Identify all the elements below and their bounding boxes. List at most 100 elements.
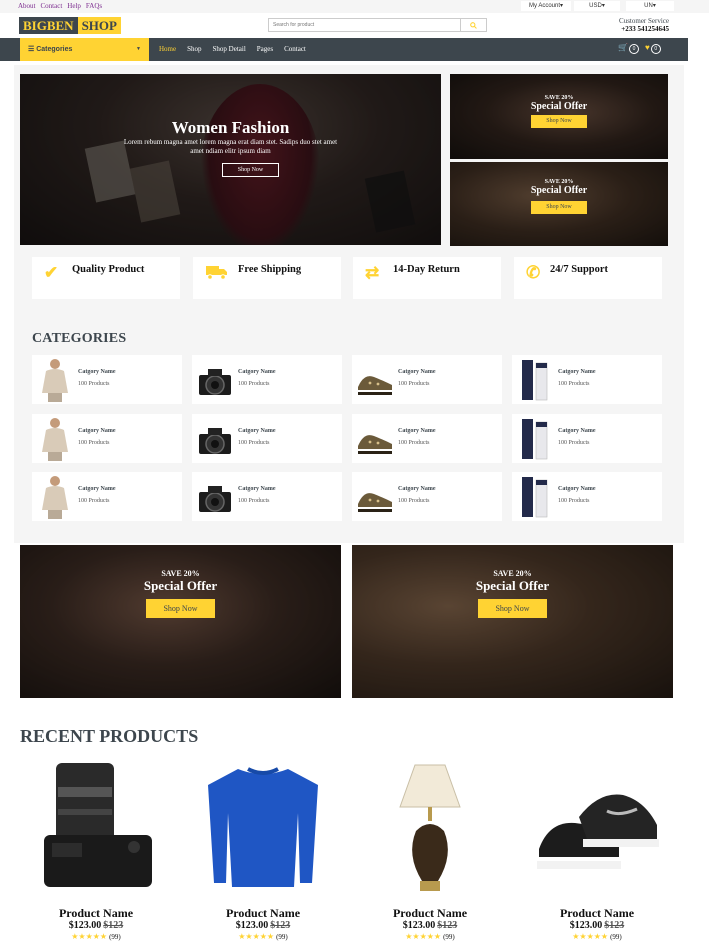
category-card[interactable]: Catgory Name 100 Products — [32, 355, 182, 404]
offer-shop-now-button[interactable]: Shop Now — [531, 201, 587, 214]
truck-icon — [205, 263, 229, 286]
product-price: $123.00 — [68, 920, 102, 931]
category-count: 100 Products — [398, 440, 430, 446]
check-icon: ✔ — [44, 263, 59, 282]
offer-save-label: SAVE 20% — [161, 569, 200, 578]
feature-shipping: Free Shipping — [193, 257, 341, 299]
category-name: Catgory Name — [78, 486, 116, 492]
category-card[interactable]: Catgory Name 100 Products — [32, 414, 182, 463]
nav-link-shop[interactable]: Shop — [187, 38, 201, 61]
product-price-row: $123.00 $123 — [20, 920, 172, 931]
product-name[interactable]: Product Name — [354, 906, 506, 921]
product-rating: ★★★★★ (99) — [521, 932, 673, 941]
product-name[interactable]: Product Name — [187, 906, 339, 921]
category-count: 100 Products — [238, 381, 270, 387]
category-name: Catgory Name — [558, 369, 596, 375]
nav-link-contact[interactable]: Contact — [284, 38, 306, 61]
product-card[interactable]: Product Name $123.00 $123 ★★★★★ (99) — [354, 753, 506, 952]
category-card[interactable]: Catgory Name 100 Products — [192, 414, 342, 463]
nav-link-shop-detail[interactable]: Shop Detail — [213, 38, 246, 61]
hero-shop-now-button[interactable]: Shop Now — [222, 163, 279, 177]
top-link-faqs[interactable]: FAQs — [86, 2, 102, 10]
product-image[interactable] — [193, 757, 333, 900]
logo[interactable]: BIGBEN SHOP — [19, 17, 121, 34]
categories-toggle[interactable]: ☰ Categories ▼ — [20, 38, 149, 61]
category-card[interactable]: Catgory Name 100 Products — [192, 355, 342, 404]
product-image[interactable] — [527, 757, 667, 900]
product-card[interactable]: Product Name $123.00 $123 ★★★★★ (99) — [187, 753, 339, 952]
product-name[interactable]: Product Name — [20, 906, 172, 921]
categories-title: CATEGORIES — [32, 331, 127, 346]
logo-part-2: SHOP — [77, 17, 121, 34]
search-input[interactable]: Search for product — [269, 19, 460, 31]
product-image[interactable] — [360, 757, 500, 900]
product-image[interactable] — [26, 757, 166, 900]
nav-links: Home Shop Shop Detail Pages Contact — [159, 38, 306, 61]
product-review-count: (99) — [109, 933, 121, 941]
feature-label: Free Shipping — [238, 264, 302, 275]
feature-support: ✆ 24/7 Support — [514, 257, 662, 299]
language-dropdown[interactable]: UN▾ — [626, 1, 674, 11]
category-name: Catgory Name — [398, 486, 436, 492]
category-name: Catgory Name — [398, 369, 436, 375]
nav-icons: 🛒 0 ♥ 0 — [618, 43, 661, 54]
star-icon: ★★★★★ — [405, 932, 442, 941]
star-icon: ★★★★★ — [572, 932, 609, 941]
category-card[interactable]: Catgory Name 100 Products — [32, 472, 182, 521]
product-name[interactable]: Product Name — [521, 906, 673, 921]
my-account-dropdown[interactable]: My Account▾ — [521, 1, 571, 11]
category-count: 100 Products — [558, 498, 590, 504]
category-card[interactable]: Catgory Name 100 Products — [512, 472, 662, 521]
nav-link-home[interactable]: Home — [159, 38, 176, 61]
category-image — [356, 357, 394, 402]
category-card[interactable]: Catgory Name 100 Products — [192, 472, 342, 521]
top-link-help[interactable]: Help — [67, 2, 81, 10]
search-bar: Search for product — [268, 18, 487, 32]
feature-label: Quality Product — [72, 264, 145, 275]
product-review-count: (99) — [443, 933, 455, 941]
product-price: $123.00 — [569, 920, 603, 931]
offer-shop-now-button[interactable]: Shop Now — [478, 599, 547, 618]
wishlist-button[interactable]: ♥ 0 — [645, 43, 661, 54]
category-image — [36, 416, 74, 461]
category-card[interactable]: Catgory Name 100 Products — [512, 355, 662, 404]
product-old-price: $123 — [103, 920, 124, 931]
category-image — [356, 416, 394, 461]
currency-dropdown[interactable]: USD▾ — [574, 1, 620, 11]
cart-icon: 🛒 — [618, 43, 628, 52]
search-button[interactable] — [460, 19, 486, 31]
category-count: 100 Products — [238, 440, 270, 446]
top-link-contact[interactable]: Contact — [41, 2, 63, 10]
category-count: 100 Products — [558, 381, 590, 387]
product-card[interactable]: Product Name $123.00 $123 ★★★★★ (99) — [20, 753, 172, 952]
category-name: Catgory Name — [238, 428, 276, 434]
hero-carousel: Women Fashion Lorem rebum magna amet lor… — [20, 74, 441, 245]
category-card[interactable]: Catgory Name 100 Products — [352, 355, 502, 404]
category-card[interactable]: Catgory Name 100 Products — [352, 414, 502, 463]
category-count: 100 Products — [398, 498, 430, 504]
category-image — [36, 357, 74, 402]
search-icon — [470, 21, 477, 29]
feature-quality: ✔ Quality Product — [32, 257, 180, 299]
category-name: Catgory Name — [238, 369, 276, 375]
category-card[interactable]: Catgory Name 100 Products — [352, 472, 502, 521]
offer-shop-now-button[interactable]: Shop Now — [531, 115, 587, 128]
product-price: $123.00 — [235, 920, 269, 931]
category-count: 100 Products — [398, 381, 430, 387]
category-count: 100 Products — [238, 498, 270, 504]
category-card[interactable]: Catgory Name 100 Products — [512, 414, 662, 463]
nav-link-pages[interactable]: Pages — [257, 38, 273, 61]
product-rating: ★★★★★ (99) — [20, 932, 172, 941]
product-card[interactable]: Product Name $123.00 $123 ★★★★★ (99) — [521, 753, 673, 952]
category-name: Catgory Name — [558, 486, 596, 492]
product-old-price: $123 — [437, 920, 458, 931]
logo-part-1: BIGBEN — [19, 17, 78, 34]
offer-card-1: SAVE 20% Special Offer Shop Now — [450, 74, 668, 159]
cart-button[interactable]: 🛒 0 — [618, 43, 639, 54]
product-price-row: $123.00 $123 — [187, 920, 339, 931]
top-link-about[interactable]: About — [18, 2, 36, 10]
offer-shop-now-button[interactable]: Shop Now — [146, 599, 215, 618]
category-name: Catgory Name — [558, 428, 596, 434]
exchange-icon: ⇄ — [365, 263, 380, 282]
menu-icon: ☰ — [28, 46, 35, 53]
